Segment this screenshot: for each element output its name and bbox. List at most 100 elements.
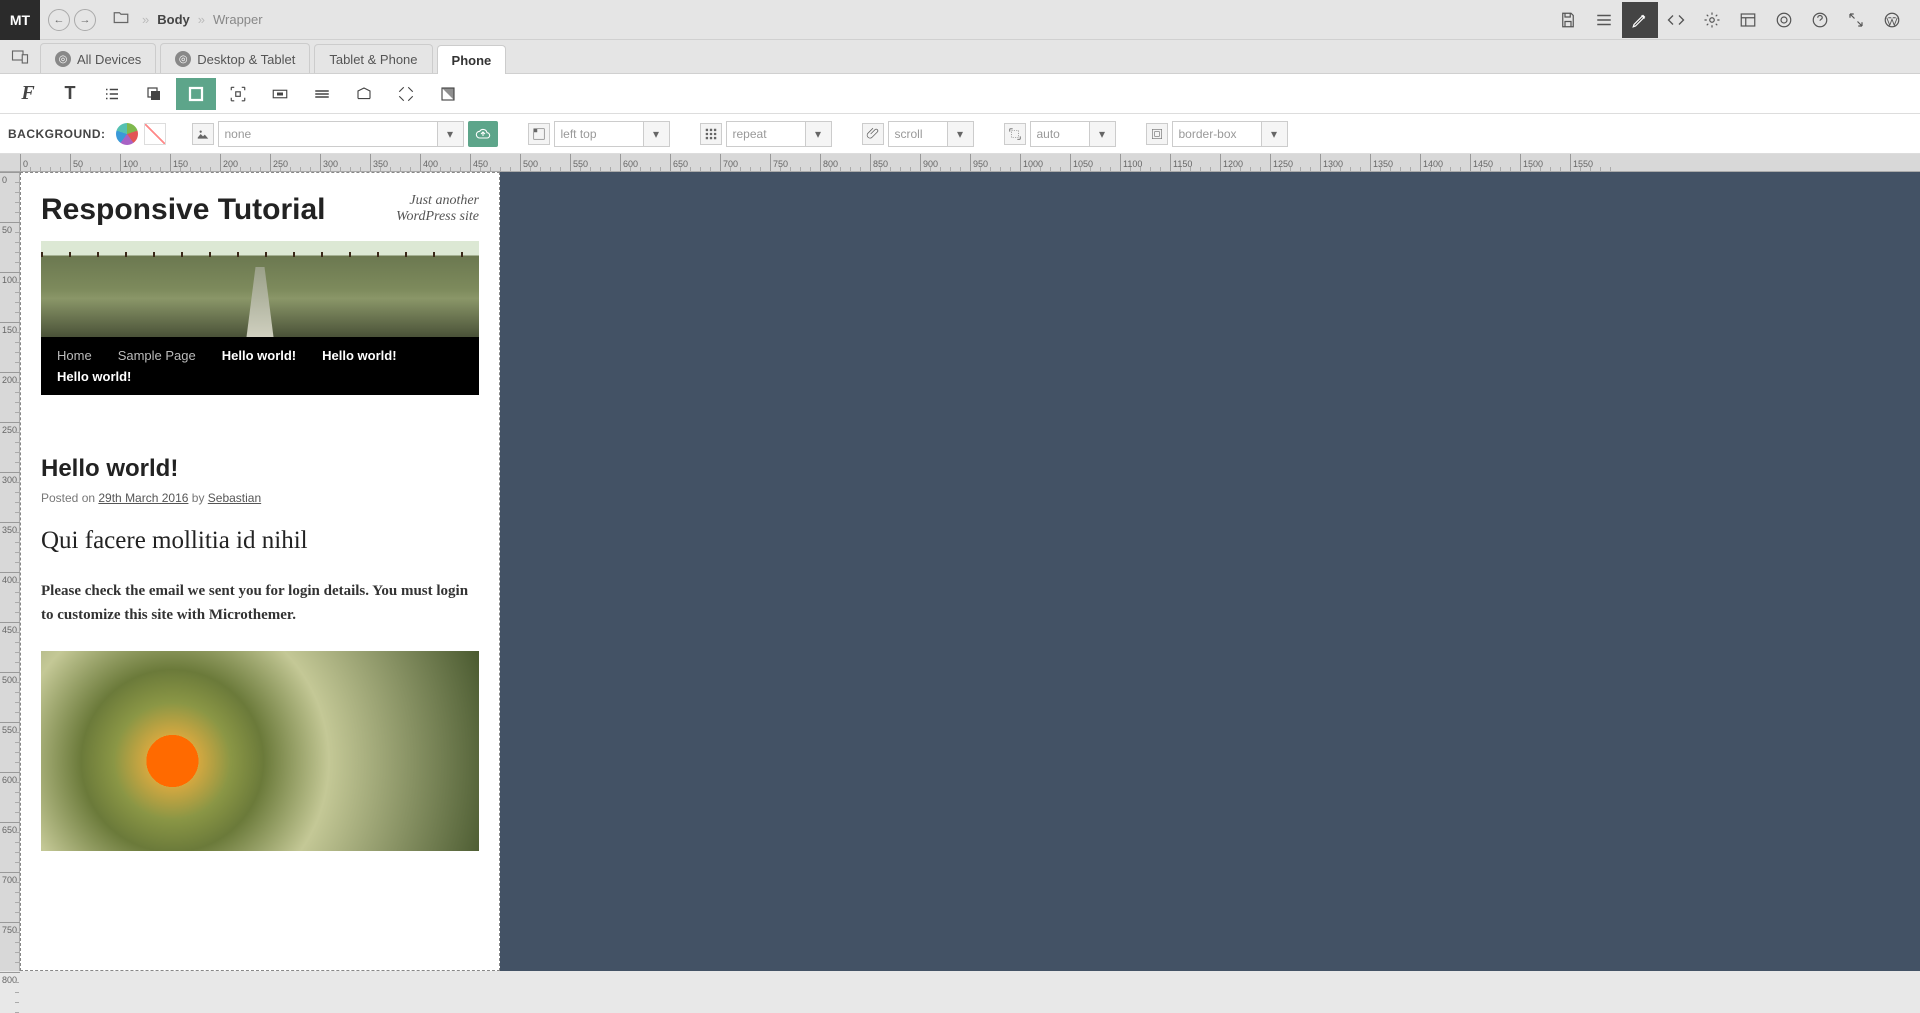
breadcrumb-wrapper[interactable]: Wrapper bbox=[213, 12, 263, 27]
bg-clip-select[interactable]: border-box bbox=[1172, 121, 1262, 147]
gradient-button[interactable] bbox=[428, 78, 468, 110]
top-bar: MT ← → » Body » Wrapper bbox=[0, 0, 1920, 40]
help-button[interactable] bbox=[1802, 2, 1838, 38]
bg-image-select[interactable]: none bbox=[218, 121, 438, 147]
nav-hello-2[interactable]: Hello world! bbox=[312, 348, 406, 363]
background-options-bar: BACKGROUND: none ▾ left top ▾ repeat ▾ s… bbox=[0, 114, 1920, 154]
posted-on-label: Posted on bbox=[41, 491, 98, 505]
edit-mode-button[interactable] bbox=[1622, 2, 1658, 38]
devices-icon[interactable] bbox=[8, 45, 32, 69]
preview-post: Hello world! Posted on 29th March 2016 b… bbox=[41, 455, 479, 851]
font-button[interactable]: F bbox=[8, 78, 48, 110]
breadcrumb: » Body » Wrapper bbox=[138, 12, 267, 27]
dropdown-icon[interactable]: ▾ bbox=[438, 121, 464, 147]
background-button[interactable] bbox=[176, 78, 216, 110]
dimensions-button[interactable] bbox=[218, 78, 258, 110]
bg-attachment-select[interactable]: scroll bbox=[888, 121, 948, 147]
position-button[interactable] bbox=[386, 78, 426, 110]
folder-icon[interactable] bbox=[112, 9, 130, 30]
top-right-toolbar bbox=[1550, 2, 1920, 38]
target-icon: ◎ bbox=[175, 51, 191, 67]
preview-page: Responsive Tutorial Just another WordPre… bbox=[21, 173, 499, 871]
post-body: Please check the email we sent you for l… bbox=[41, 579, 479, 627]
position-icon bbox=[528, 123, 550, 145]
margin-button[interactable] bbox=[302, 78, 342, 110]
dropdown-icon[interactable]: ▾ bbox=[806, 121, 832, 147]
code-button[interactable] bbox=[1658, 2, 1694, 38]
save-button[interactable] bbox=[1550, 2, 1586, 38]
background-label: BACKGROUND: bbox=[8, 127, 106, 141]
nav-hello-3[interactable]: Hello world! bbox=[47, 369, 141, 384]
target-icon: ◎ bbox=[55, 51, 71, 67]
dropdown-icon[interactable]: ▾ bbox=[1090, 121, 1116, 147]
dropdown-icon[interactable]: ▾ bbox=[644, 121, 670, 147]
app-logo[interactable]: MT bbox=[0, 0, 40, 40]
text-button[interactable]: T bbox=[50, 78, 90, 110]
post-image bbox=[41, 651, 479, 851]
bg-color-picker[interactable] bbox=[116, 123, 138, 145]
post-date-link[interactable]: 29th March 2016 bbox=[98, 491, 188, 505]
nav-sample[interactable]: Sample Page bbox=[108, 348, 206, 363]
post-title[interactable]: Hello world! bbox=[41, 455, 479, 483]
nav-arrows: ← → bbox=[40, 9, 104, 31]
settings-button[interactable] bbox=[1694, 2, 1730, 38]
hero-image bbox=[41, 241, 479, 337]
tab-desktop-tablet[interactable]: ◎ Desktop & Tablet bbox=[160, 43, 310, 73]
bg-position-select[interactable]: left top bbox=[554, 121, 644, 147]
post-subheading: Qui facere mollitia id nihil bbox=[41, 527, 479, 555]
tab-label: Desktop & Tablet bbox=[197, 52, 295, 67]
breadcrumb-sep: » bbox=[198, 12, 205, 27]
bg-clip-control: border-box ▾ bbox=[1146, 121, 1288, 147]
shadow-button[interactable] bbox=[134, 78, 174, 110]
tab-phone[interactable]: Phone bbox=[437, 45, 507, 74]
repeat-icon bbox=[700, 123, 722, 145]
bg-attachment-control: scroll ▾ bbox=[862, 121, 974, 147]
tab-tablet-phone[interactable]: Tablet & Phone bbox=[314, 44, 432, 73]
post-author-link[interactable]: Sebastian bbox=[208, 491, 261, 505]
tab-label: Phone bbox=[452, 53, 492, 68]
responsive-tabs-bar: ◎ All Devices ◎ Desktop & Tablet Tablet & … bbox=[0, 40, 1920, 74]
bg-repeat-control: repeat ▾ bbox=[700, 121, 832, 147]
padding-button[interactable] bbox=[260, 78, 300, 110]
options-icon[interactable] bbox=[1586, 2, 1622, 38]
site-tagline: Just another WordPress site bbox=[359, 193, 479, 225]
ruler-vertical: 0501001502002503003504004505005506006507… bbox=[0, 172, 20, 971]
phone-preview-frame[interactable]: Responsive Tutorial Just another WordPre… bbox=[20, 172, 500, 971]
dropdown-icon[interactable]: ▾ bbox=[1262, 121, 1288, 147]
preview-nav: Home Sample Page Hello world! Hello worl… bbox=[41, 337, 479, 395]
list-button[interactable] bbox=[92, 78, 132, 110]
canvas-inner: Responsive Tutorial Just another WordPre… bbox=[20, 172, 1920, 971]
property-group-bar: F T bbox=[0, 74, 1920, 114]
size-icon bbox=[1004, 123, 1026, 145]
nav-forward-button[interactable]: → bbox=[74, 9, 96, 31]
tab-all-devices[interactable]: ◎ All Devices bbox=[40, 43, 156, 73]
site-title[interactable]: Responsive Tutorial bbox=[41, 193, 326, 227]
bg-color-none[interactable] bbox=[144, 123, 166, 145]
tab-label: Tablet & Phone bbox=[329, 52, 417, 67]
expand-button[interactable] bbox=[1838, 2, 1874, 38]
clip-icon bbox=[1146, 123, 1168, 145]
bg-repeat-select[interactable]: repeat bbox=[726, 121, 806, 147]
nav-home[interactable]: Home bbox=[47, 348, 102, 363]
dropdown-icon[interactable]: ▾ bbox=[948, 121, 974, 147]
bg-image-control: none ▾ bbox=[192, 121, 498, 147]
upload-button[interactable] bbox=[468, 121, 498, 147]
bg-size-control: auto ▾ bbox=[1004, 121, 1116, 147]
bg-size-select[interactable]: auto bbox=[1030, 121, 1090, 147]
layout-button[interactable] bbox=[1730, 2, 1766, 38]
image-icon bbox=[192, 123, 214, 145]
border-button[interactable] bbox=[344, 78, 384, 110]
bg-position-control: left top ▾ bbox=[528, 121, 670, 147]
nav-hello-1[interactable]: Hello world! bbox=[212, 348, 306, 363]
nav-back-button[interactable]: ← bbox=[48, 9, 70, 31]
preview-header: Responsive Tutorial Just another WordPre… bbox=[41, 193, 479, 227]
by-label: by bbox=[188, 491, 207, 505]
tab-label: All Devices bbox=[77, 52, 141, 67]
post-meta: Posted on 29th March 2016 by Sebastian bbox=[41, 491, 479, 505]
support-button[interactable] bbox=[1766, 2, 1802, 38]
ruler-horizontal: 0501001502002503003504004505005506006507… bbox=[0, 154, 1920, 172]
breadcrumb-sep: » bbox=[142, 12, 149, 27]
attachment-icon bbox=[862, 123, 884, 145]
wordpress-button[interactable] bbox=[1874, 2, 1910, 38]
breadcrumb-body[interactable]: Body bbox=[157, 12, 190, 27]
